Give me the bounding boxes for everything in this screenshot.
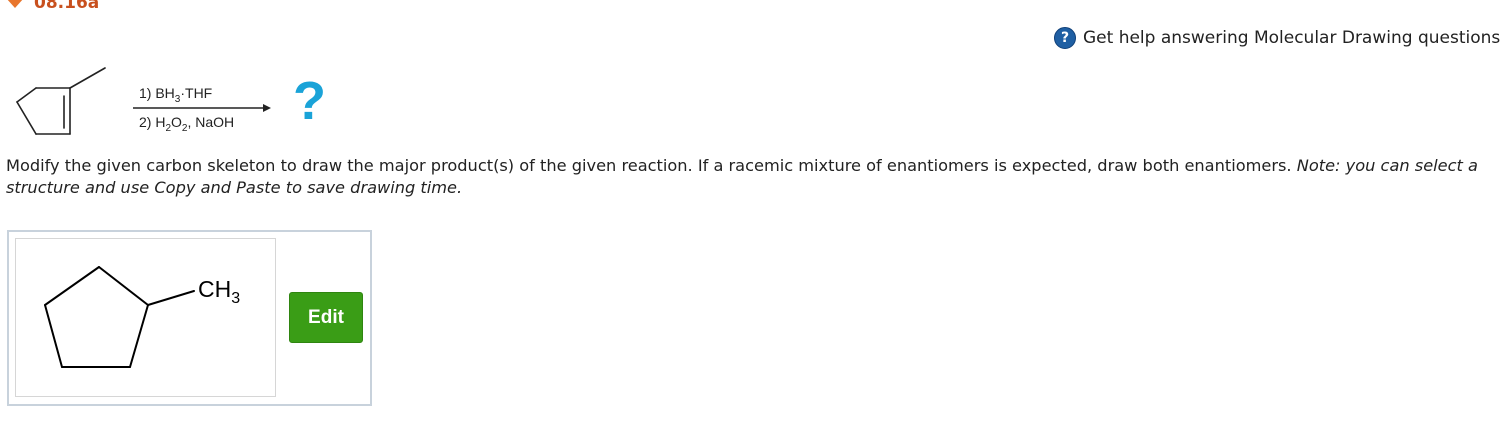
- ring-bond: [16, 87, 37, 103]
- ring-bond: [98, 266, 149, 306]
- unknown-product-question-mark: ?: [293, 71, 326, 131]
- answer-drawing-area: CH3 Edit: [7, 230, 372, 406]
- reagent-step-2: 2) H2O2, NaOH: [139, 114, 234, 134]
- reagent-step-2-mid: O: [171, 114, 182, 130]
- help-link-text[interactable]: Get help answering Molecular Drawing que…: [1083, 28, 1500, 48]
- question-instructions: Modify the given carbon skeleton to draw…: [6, 155, 1506, 199]
- reaction-arrow: [133, 104, 271, 112]
- methyl-label: CH3: [198, 276, 240, 307]
- molecule-canvas[interactable]: CH3: [15, 238, 276, 397]
- ring-bond: [44, 266, 100, 306]
- help-link[interactable]: ? Get help answering Molecular Drawing q…: [1054, 27, 1500, 49]
- methyl-bond: [69, 67, 106, 89]
- question-page: 08.16a ? Get help answering Molecular Dr…: [0, 0, 1508, 434]
- reaction-scheme: 1) BH3·THF 2) H2O2, NaOH ?: [8, 62, 368, 144]
- methyl-label-subscript: 3: [231, 290, 240, 307]
- product-skeleton-structure: CH3: [44, 266, 240, 368]
- question-id: 08.16a: [34, 0, 100, 13]
- methyl-bond: [147, 290, 195, 306]
- reagent-step-2-text: 2) H: [139, 114, 166, 130]
- methyl-label-main: CH: [198, 276, 231, 302]
- starting-material-structure: [16, 67, 106, 135]
- ring-bond: [16, 101, 37, 135]
- reagent-step-1-suffix: ·THF: [180, 85, 213, 101]
- reagent-step-2-suffix: , NaOH: [187, 114, 235, 130]
- ring-bond: [129, 304, 149, 368]
- question-header[interactable]: 08.16a: [6, 0, 99, 13]
- reagent-step-1-text: 1) BH: [139, 85, 175, 101]
- ring-bond: [44, 304, 63, 368]
- instructions-text: Modify the given carbon skeleton to draw…: [6, 156, 1292, 175]
- collapse-triangle-icon[interactable]: [6, 0, 24, 8]
- edit-button[interactable]: Edit: [289, 292, 363, 343]
- question-circle-icon[interactable]: ?: [1054, 27, 1076, 49]
